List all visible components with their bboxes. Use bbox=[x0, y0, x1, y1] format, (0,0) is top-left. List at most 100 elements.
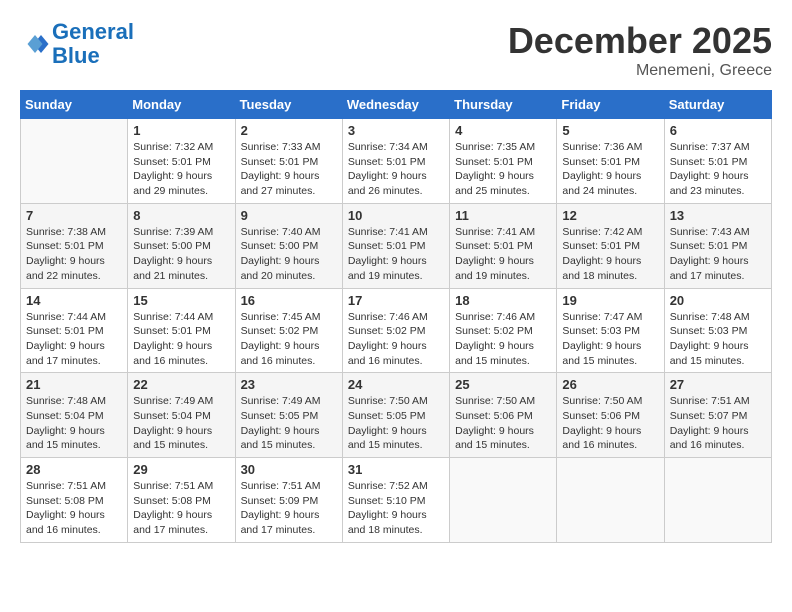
day-number: 11 bbox=[455, 208, 551, 223]
calendar-cell: 26 Sunrise: 7:50 AMSunset: 5:06 PMDayligh… bbox=[557, 373, 664, 458]
day-number: 8 bbox=[133, 208, 229, 223]
calendar-cell: 20Sunrise: 7:48 AMSunset: 5:03 PMDayligh… bbox=[664, 288, 771, 373]
calendar-cell: 25Sunrise: 7:50 AMSunset: 5:06 PMDayligh… bbox=[450, 373, 557, 458]
calendar-cell: 8 Sunrise: 7:39 AMSunset: 5:00 PMDaylight… bbox=[128, 203, 235, 288]
day-info: Sunrise: 7:42 AMSunset: 5:01 PMDaylight:… bbox=[562, 225, 658, 284]
col-header-tuesday: Tuesday bbox=[235, 91, 342, 119]
day-info: Sunrise: 7:41 AMSunset: 5:01 PMDaylight:… bbox=[348, 225, 444, 284]
day-number: 24 bbox=[348, 377, 444, 392]
calendar-cell: 30 Sunrise: 7:51 AMSunset: 5:09 PMDayligh… bbox=[235, 458, 342, 543]
day-number: 27 bbox=[670, 377, 766, 392]
logo-line2: Blue bbox=[52, 43, 100, 68]
day-number: 19 bbox=[562, 293, 658, 308]
calendar-cell: 23 Sunrise: 7:49 AMSunset: 5:05 PMDayligh… bbox=[235, 373, 342, 458]
day-number: 7 bbox=[26, 208, 122, 223]
calendar-cell: 10 Sunrise: 7:41 AMSunset: 5:01 PMDayligh… bbox=[342, 203, 449, 288]
calendar-cell bbox=[664, 458, 771, 543]
day-number: 31 bbox=[348, 462, 444, 477]
day-info: Sunrise: 7:34 AMSunset: 5:01 PMDaylight:… bbox=[348, 140, 444, 199]
calendar-cell: 3 Sunrise: 7:34 AMSunset: 5:01 PMDaylight… bbox=[342, 119, 449, 204]
calendar-cell bbox=[557, 458, 664, 543]
col-header-monday: Monday bbox=[128, 91, 235, 119]
day-info: Sunrise: 7:41 AMSunset: 5:01 PMDaylight:… bbox=[455, 225, 551, 284]
logo-line1: General bbox=[52, 19, 134, 44]
day-number: 16 bbox=[241, 293, 337, 308]
day-info: Sunrise: 7:43 AMSunset: 5:01 PMDaylight:… bbox=[670, 225, 766, 284]
day-number: 21 bbox=[26, 377, 122, 392]
day-number: 9 bbox=[241, 208, 337, 223]
logo-icon bbox=[20, 29, 50, 59]
col-header-saturday: Saturday bbox=[664, 91, 771, 119]
day-info: Sunrise: 7:38 AMSunset: 5:01 PMDaylight:… bbox=[26, 225, 122, 284]
day-number: 14 bbox=[26, 293, 122, 308]
logo-text: General Blue bbox=[52, 20, 134, 68]
day-info: Sunrise: 7:44 AMSunset: 5:01 PMDaylight:… bbox=[26, 310, 122, 369]
day-number: 15 bbox=[133, 293, 229, 308]
day-number: 12 bbox=[562, 208, 658, 223]
col-header-sunday: Sunday bbox=[21, 91, 128, 119]
day-info: Sunrise: 7:51 AMSunset: 5:08 PMDaylight:… bbox=[133, 479, 229, 538]
week-row-3: 14 Sunrise: 7:44 AMSunset: 5:01 PMDayligh… bbox=[21, 288, 772, 373]
calendar-cell bbox=[21, 119, 128, 204]
calendar-cell: 27 Sunrise: 7:51 AMSunset: 5:07 PMDayligh… bbox=[664, 373, 771, 458]
day-info: Sunrise: 7:45 AMSunset: 5:02 PMDaylight:… bbox=[241, 310, 337, 369]
calendar-cell bbox=[450, 458, 557, 543]
day-number: 25 bbox=[455, 377, 551, 392]
day-number: 29 bbox=[133, 462, 229, 477]
day-number: 18 bbox=[455, 293, 551, 308]
calendar-cell: 17 Sunrise: 7:46 AMSunset: 5:02 PMDayligh… bbox=[342, 288, 449, 373]
week-row-1: 1Sunrise: 7:32 AMSunset: 5:01 PMDaylight… bbox=[21, 119, 772, 204]
day-number: 5 bbox=[562, 123, 658, 138]
day-number: 26 bbox=[562, 377, 658, 392]
calendar-cell: 7 Sunrise: 7:38 AMSunset: 5:01 PMDaylight… bbox=[21, 203, 128, 288]
day-info: Sunrise: 7:48 AMSunset: 5:03 PMDaylight:… bbox=[670, 310, 766, 369]
calendar-cell: 6Sunrise: 7:37 AMSunset: 5:01 PMDaylight… bbox=[664, 119, 771, 204]
day-number: 10 bbox=[348, 208, 444, 223]
calendar-header-row: SundayMondayTuesdayWednesdayThursdayFrid… bbox=[21, 91, 772, 119]
day-info: Sunrise: 7:50 AMSunset: 5:06 PMDaylight:… bbox=[562, 394, 658, 453]
calendar-cell: 1Sunrise: 7:32 AMSunset: 5:01 PMDaylight… bbox=[128, 119, 235, 204]
day-number: 22 bbox=[133, 377, 229, 392]
day-info: Sunrise: 7:49 AMSunset: 5:04 PMDaylight:… bbox=[133, 394, 229, 453]
calendar-body: 1Sunrise: 7:32 AMSunset: 5:01 PMDaylight… bbox=[21, 119, 772, 543]
day-number: 6 bbox=[670, 123, 766, 138]
day-number: 23 bbox=[241, 377, 337, 392]
calendar-cell: 13Sunrise: 7:43 AMSunset: 5:01 PMDayligh… bbox=[664, 203, 771, 288]
day-info: Sunrise: 7:46 AMSunset: 5:02 PMDaylight:… bbox=[455, 310, 551, 369]
day-info: Sunrise: 7:49 AMSunset: 5:05 PMDaylight:… bbox=[241, 394, 337, 453]
calendar-cell: 12 Sunrise: 7:42 AMSunset: 5:01 PMDayligh… bbox=[557, 203, 664, 288]
calendar-table: SundayMondayTuesdayWednesdayThursdayFrid… bbox=[20, 90, 772, 543]
day-info: Sunrise: 7:44 AMSunset: 5:01 PMDaylight:… bbox=[133, 310, 229, 369]
calendar-cell: 5 Sunrise: 7:36 AMSunset: 5:01 PMDaylight… bbox=[557, 119, 664, 204]
calendar-cell: 31 Sunrise: 7:52 AMSunset: 5:10 PMDayligh… bbox=[342, 458, 449, 543]
day-info: Sunrise: 7:47 AMSunset: 5:03 PMDaylight:… bbox=[562, 310, 658, 369]
day-info: Sunrise: 7:46 AMSunset: 5:02 PMDaylight:… bbox=[348, 310, 444, 369]
day-info: Sunrise: 7:39 AMSunset: 5:00 PMDaylight:… bbox=[133, 225, 229, 284]
day-info: Sunrise: 7:33 AMSunset: 5:01 PMDaylight:… bbox=[241, 140, 337, 199]
day-info: Sunrise: 7:52 AMSunset: 5:10 PMDaylight:… bbox=[348, 479, 444, 538]
logo: General Blue bbox=[20, 20, 134, 68]
calendar-cell: 11 Sunrise: 7:41 AMSunset: 5:01 PMDayligh… bbox=[450, 203, 557, 288]
day-info: Sunrise: 7:36 AMSunset: 5:01 PMDaylight:… bbox=[562, 140, 658, 199]
day-info: Sunrise: 7:51 AMSunset: 5:08 PMDaylight:… bbox=[26, 479, 122, 538]
calendar-cell: 19 Sunrise: 7:47 AMSunset: 5:03 PMDayligh… bbox=[557, 288, 664, 373]
day-number: 30 bbox=[241, 462, 337, 477]
day-number: 17 bbox=[348, 293, 444, 308]
calendar-cell: 16 Sunrise: 7:45 AMSunset: 5:02 PMDayligh… bbox=[235, 288, 342, 373]
day-number: 3 bbox=[348, 123, 444, 138]
calendar-cell: 15 Sunrise: 7:44 AMSunset: 5:01 PMDayligh… bbox=[128, 288, 235, 373]
week-row-5: 28Sunrise: 7:51 AMSunset: 5:08 PMDayligh… bbox=[21, 458, 772, 543]
day-info: Sunrise: 7:51 AMSunset: 5:09 PMDaylight:… bbox=[241, 479, 337, 538]
calendar-cell: 14 Sunrise: 7:44 AMSunset: 5:01 PMDayligh… bbox=[21, 288, 128, 373]
day-number: 4 bbox=[455, 123, 551, 138]
day-info: Sunrise: 7:51 AMSunset: 5:07 PMDaylight:… bbox=[670, 394, 766, 453]
title-block: December 2025 Menemeni, Greece bbox=[508, 20, 772, 80]
calendar-cell: 2Sunrise: 7:33 AMSunset: 5:01 PMDaylight… bbox=[235, 119, 342, 204]
day-info: Sunrise: 7:40 AMSunset: 5:00 PMDaylight:… bbox=[241, 225, 337, 284]
calendar-cell: 4Sunrise: 7:35 AMSunset: 5:01 PMDaylight… bbox=[450, 119, 557, 204]
page-header: General Blue December 2025 Menemeni, Gre… bbox=[20, 20, 772, 80]
week-row-2: 7 Sunrise: 7:38 AMSunset: 5:01 PMDaylight… bbox=[21, 203, 772, 288]
col-header-friday: Friday bbox=[557, 91, 664, 119]
day-info: Sunrise: 7:32 AMSunset: 5:01 PMDaylight:… bbox=[133, 140, 229, 199]
calendar-cell: 22 Sunrise: 7:49 AMSunset: 5:04 PMDayligh… bbox=[128, 373, 235, 458]
